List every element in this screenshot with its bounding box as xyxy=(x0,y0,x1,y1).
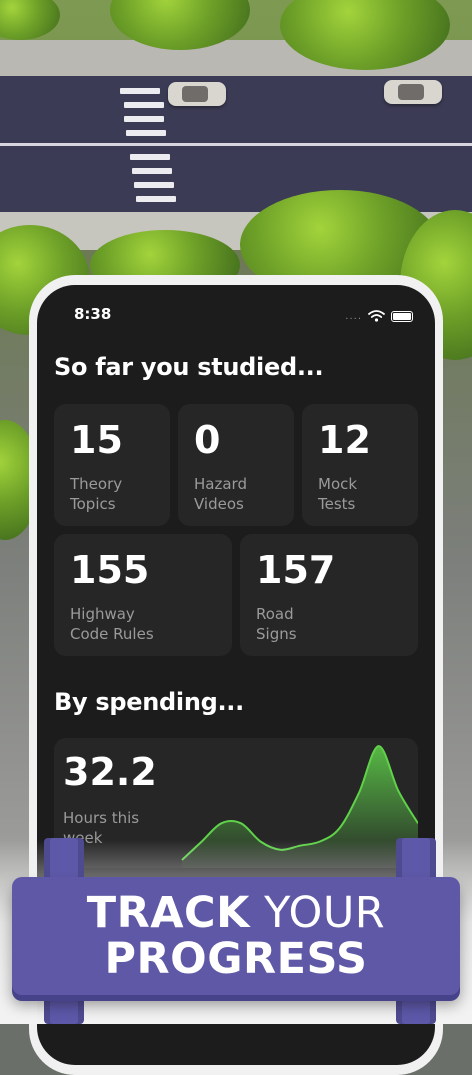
banner-word-progress: PROGRESS xyxy=(104,934,368,984)
stat-label: Tests xyxy=(318,495,356,513)
stat-number: 15 xyxy=(70,418,123,462)
stat-label: Code Rules xyxy=(70,625,154,643)
stat-label: Road xyxy=(256,605,294,623)
battery-icon xyxy=(391,311,413,322)
studied-heading: So far you studied... xyxy=(54,353,324,381)
stat-label: Videos xyxy=(194,495,244,513)
stat-label: Highway xyxy=(70,605,135,623)
hours-label: Hours this xyxy=(63,809,140,827)
signal-dots: .... xyxy=(345,311,362,322)
stat-number: 157 xyxy=(256,548,336,592)
stat-label: Topics xyxy=(70,495,116,513)
stat-number: 12 xyxy=(318,418,371,462)
stat-card-hazard[interactable]: 0 Hazard Videos xyxy=(178,404,294,526)
stat-number: 155 xyxy=(70,548,150,592)
stat-label: Hazard xyxy=(194,475,247,493)
stat-card-highway-code[interactable]: 155 Highway Code Rules xyxy=(54,534,232,656)
stat-card-road-signs[interactable]: 157 Road Signs xyxy=(240,534,418,656)
stat-label: Theory xyxy=(70,475,123,493)
spending-heading: By spending... xyxy=(54,688,244,716)
status-time: 8:38 xyxy=(74,305,112,323)
hours-value: 32.2 xyxy=(63,750,157,794)
banner-word-track: TRACK xyxy=(86,888,250,938)
stat-card-theory[interactable]: 15 Theory Topics xyxy=(54,404,170,526)
wifi-icon xyxy=(368,307,385,326)
stat-number: 0 xyxy=(194,418,221,462)
stat-card-mock-tests[interactable]: 12 Mock Tests xyxy=(302,404,418,526)
stat-label: Mock xyxy=(318,475,358,493)
stat-label: Signs xyxy=(256,625,297,643)
status-bar: 8:38 .... xyxy=(37,285,435,329)
banner-word-your: YOUR xyxy=(264,888,386,938)
promo-banner: TRACK YOUR PROGRESS xyxy=(12,877,460,995)
